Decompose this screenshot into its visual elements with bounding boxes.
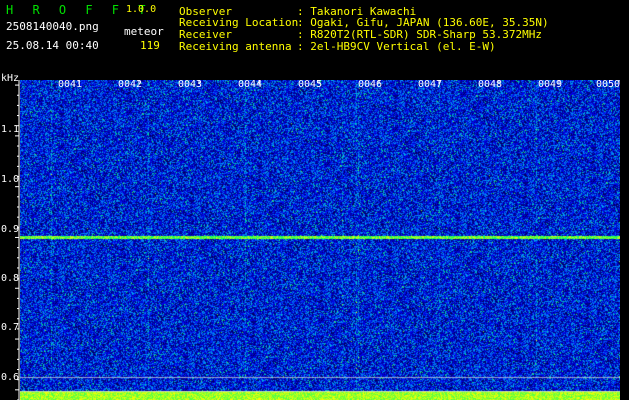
minute-label: 0046: [358, 79, 383, 90]
timestamp: 25.08.14 00:40: [6, 39, 99, 52]
y-tick-label: 1.0: [1, 174, 20, 185]
spectrogram-panel: [20, 80, 620, 400]
y-tick-label: 1.1: [1, 124, 20, 135]
hrofft-window: H R O F F T 1.0.0 2508140040.png meteor …: [0, 0, 629, 400]
minute-label: 0042: [118, 79, 143, 90]
minute-label: 0041: [58, 79, 83, 90]
y-tick-label: 0.8: [1, 273, 20, 284]
y-tick-label: 0.7: [1, 322, 20, 333]
y-tick-label: 0.9: [1, 224, 20, 235]
y-axis-unit: kHz: [1, 73, 20, 84]
minute-label: 0048: [478, 79, 503, 90]
meteor-label: meteor: [124, 25, 164, 38]
antenna-key: Receiving antenna: [179, 40, 292, 53]
minute-label: 0044: [238, 79, 263, 90]
meteor-count: 119: [140, 39, 160, 52]
minute-label: 0050: [596, 79, 621, 90]
filename: 2508140040.png: [6, 20, 99, 33]
app-version: 1.0.0: [126, 4, 157, 15]
minute-label: 0047: [418, 79, 443, 90]
minute-label: 0045: [298, 79, 323, 90]
minute-label: 0043: [178, 79, 203, 90]
minute-label: 0049: [538, 79, 563, 90]
y-tick-label: 0.6: [1, 372, 20, 383]
spectrogram-canvas: [20, 80, 620, 400]
antenna-value: : 2el-HB9CV Vertical (el. E-W): [297, 40, 496, 53]
